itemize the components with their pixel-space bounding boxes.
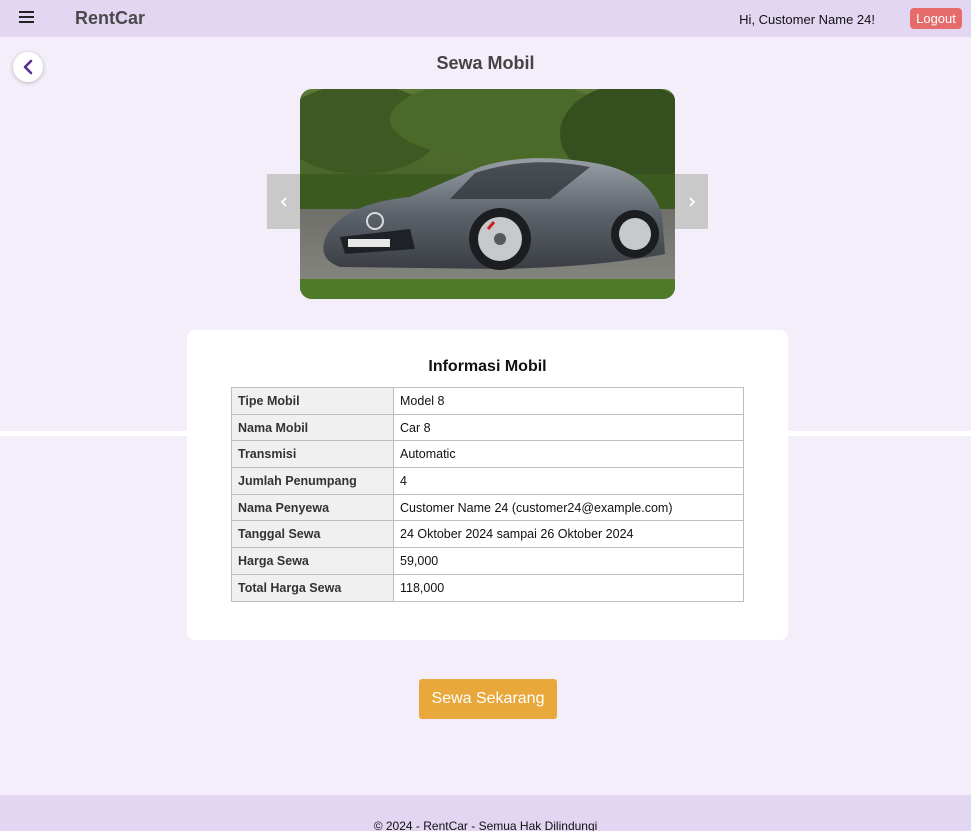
info-title: Informasi Mobil	[428, 358, 547, 375]
row-label: Tanggal Sewa	[231, 520, 394, 549]
row-label: Nama Penyewa	[231, 493, 394, 522]
chevron-left-icon	[280, 196, 287, 207]
row-label: Harga Sewa	[231, 547, 394, 575]
table-row: Transmisi Automatic	[231, 440, 744, 469]
row-label: Total Harga Sewa	[231, 573, 394, 602]
table-row: Tipe Mobil Model 8	[231, 387, 744, 415]
row-value: Customer Name 24 (customer24@example.com…	[393, 493, 744, 522]
logout-button[interactable]: Logout	[910, 8, 962, 29]
hamburger-menu-icon[interactable]	[19, 11, 34, 23]
row-value: 59,000	[393, 547, 744, 575]
table-row: Tanggal Sewa 24 Oktober 2024 sampai 26 O…	[231, 520, 744, 549]
row-value: Car 8	[393, 413, 744, 442]
car-info-card: Informasi Mobil Tipe Mobil Model 8 Nama …	[187, 330, 788, 640]
row-label: Tipe Mobil	[231, 387, 394, 415]
row-label: Jumlah Penumpang	[231, 467, 394, 495]
row-value: Model 8	[393, 387, 744, 415]
footer: © 2024 - RentCar - Semua Hak Dilindungi	[0, 795, 971, 831]
table-row: Nama Penyewa Customer Name 24 (customer2…	[231, 493, 744, 522]
carousel-next-button[interactable]	[675, 174, 708, 229]
row-label: Nama Mobil	[231, 413, 394, 442]
row-value: 24 Oktober 2024 sampai 26 Oktober 2024	[393, 520, 744, 549]
rent-now-button[interactable]: Sewa Sekarang	[419, 679, 557, 719]
table-row: Jumlah Penumpang 4	[231, 467, 744, 495]
table-row: Harga Sewa 59,000	[231, 547, 744, 575]
user-greeting: Hi, Customer Name 24!	[739, 12, 875, 27]
car-image	[300, 89, 675, 299]
brand-logo[interactable]: RentCar	[75, 8, 145, 29]
row-label: Transmisi	[231, 440, 394, 469]
row-value: 118,000	[393, 573, 744, 602]
table-row: Nama Mobil Car 8	[231, 413, 744, 442]
row-value: Automatic	[393, 440, 744, 469]
chevron-right-icon	[688, 196, 695, 207]
table-row: Total Harga Sewa 118,000	[231, 573, 744, 602]
top-navbar: RentCar Hi, Customer Name 24! Logout	[0, 0, 971, 37]
row-value: 4	[393, 467, 744, 495]
car-info-table: Tipe Mobil Model 8 Nama Mobil Car 8 Tran…	[231, 387, 744, 602]
carousel-prev-button[interactable]	[267, 174, 300, 229]
footer-copyright: © 2024 - RentCar - Semua Hak Dilindungi	[373, 819, 598, 831]
page-title: Sewa Mobil	[436, 53, 535, 73]
